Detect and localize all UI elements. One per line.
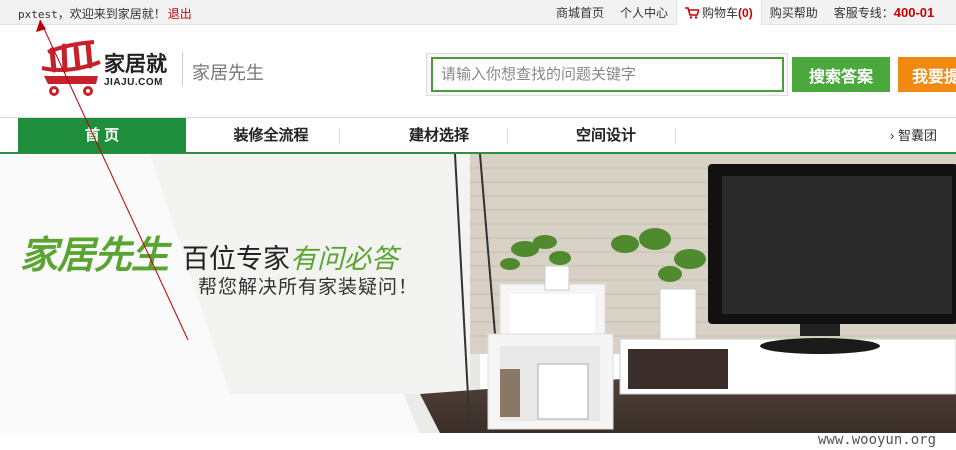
cart-logo-icon xyxy=(41,40,101,96)
personal-center-link[interactable]: 个人中心 xyxy=(612,4,676,21)
banner-brand: 家居先生 xyxy=(20,235,169,277)
username[interactable]: pxtest xyxy=(18,8,58,21)
hotline-label: 客服专线： xyxy=(833,6,894,20)
ask-question-button[interactable]: 我要提问 xyxy=(898,57,956,92)
welcome-area: pxtest，欢迎来到家居就！ 退出 xyxy=(18,5,192,22)
mall-home-link[interactable]: 商城首页 xyxy=(548,4,612,21)
nav-home[interactable]: 首 页 xyxy=(18,118,186,153)
banner-title-experts: 百位专家 xyxy=(182,244,291,274)
banner-scene xyxy=(0,154,956,433)
top-bar: pxtest，欢迎来到家居就！ 退出 商城首页 个人中心 购物车 (0) 购买帮助 … xyxy=(0,0,956,25)
cart-link[interactable]: 购物车 (0) xyxy=(676,0,762,25)
shopping-cart-icon xyxy=(685,6,700,19)
hotline: 客服专线：400-01 xyxy=(826,4,935,21)
logout-link[interactable]: 退出 xyxy=(168,7,192,21)
logo-domain: JIAJU.COM xyxy=(104,77,163,88)
welcome-text: ，欢迎来到家居就！ xyxy=(57,7,166,21)
banner-title-answer: 有问必答 xyxy=(290,244,399,274)
search-input[interactable] xyxy=(431,57,784,92)
main-nav: 首 页 装修全流程 建材选择 空间设计 › 智囊团 xyxy=(0,117,956,154)
site-logo[interactable]: 家居就 JIAJU.COM xyxy=(38,40,178,102)
nav-think-tank[interactable]: › 智囊团 xyxy=(890,118,937,153)
banner-headline: 家居先生 百位专家有问必答 xyxy=(20,224,398,279)
nav-materials[interactable]: 建材选择 xyxy=(355,118,523,153)
hero-banner[interactable]: 家居先生 百位专家有问必答 帮您解决所有家装疑问！ xyxy=(0,154,956,433)
hotline-number: 400-01 xyxy=(893,5,935,20)
top-links: 商城首页 个人中心 购物车 (0) 购买帮助 客服专线：400-01 xyxy=(548,0,934,25)
logo-text: 家居就 xyxy=(104,53,167,76)
site-name: 家居先生 xyxy=(192,63,264,83)
header-divider xyxy=(182,52,183,86)
watermark: www.wooyun.org xyxy=(818,432,937,448)
nav-renovation-process[interactable]: 装修全流程 xyxy=(187,118,355,153)
buy-help-link[interactable]: 购买帮助 xyxy=(762,4,826,21)
cart-count: (0) xyxy=(738,5,753,20)
banner-subtitle: 帮您解决所有家装疑问！ xyxy=(198,277,419,298)
search-answer-button[interactable]: 搜索答案 xyxy=(792,57,890,92)
cart-label: 购物车 xyxy=(702,6,739,20)
nav-space-design[interactable]: 空间设计 xyxy=(522,118,690,153)
